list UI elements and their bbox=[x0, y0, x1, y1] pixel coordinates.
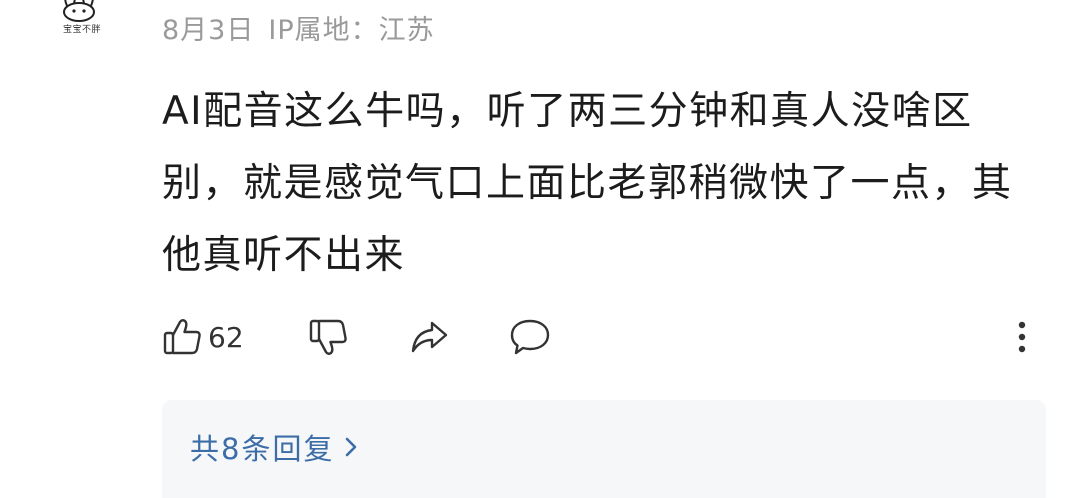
comment-item: 宝宝不胖 8月3日 IP属地：江苏 AI配音这么牛吗，听了两三分钟和真人没啥区别，… bbox=[0, 0, 1080, 498]
dislike-button[interactable] bbox=[308, 310, 350, 364]
chevron-right-icon bbox=[346, 437, 357, 457]
like-count: 62 bbox=[208, 320, 244, 354]
more-vertical-icon bbox=[1018, 321, 1026, 353]
share-arrow-icon bbox=[411, 321, 448, 353]
comment-date: 8月3日 bbox=[162, 15, 255, 46]
speech-bubble-icon bbox=[510, 319, 550, 355]
ip-location: IP属地：江苏 bbox=[268, 15, 435, 46]
like-button[interactable]: 62 bbox=[162, 310, 244, 364]
comment-text[interactable]: AI配音这么牛吗，听了两三分钟和真人没啥区别，就是感觉气口上面比老郭稍微快了一点… bbox=[162, 76, 1032, 292]
reply-button[interactable] bbox=[508, 310, 552, 364]
comment-meta: 8月3日 IP属地：江苏 bbox=[162, 8, 435, 47]
comment-actions: 62 bbox=[162, 310, 1042, 364]
replies-count-label: 共8条回复 bbox=[190, 432, 335, 466]
replies-preview: 共8条回复 bbox=[162, 400, 1046, 498]
more-options-button[interactable] bbox=[1010, 310, 1034, 364]
view-replies-link[interactable]: 共8条回复 bbox=[190, 426, 358, 468]
thumbs-up-icon bbox=[163, 319, 201, 355]
username[interactable]: 宝宝不胖 bbox=[54, 22, 110, 35]
thumbs-down-icon bbox=[309, 319, 347, 355]
share-button[interactable] bbox=[408, 310, 450, 364]
